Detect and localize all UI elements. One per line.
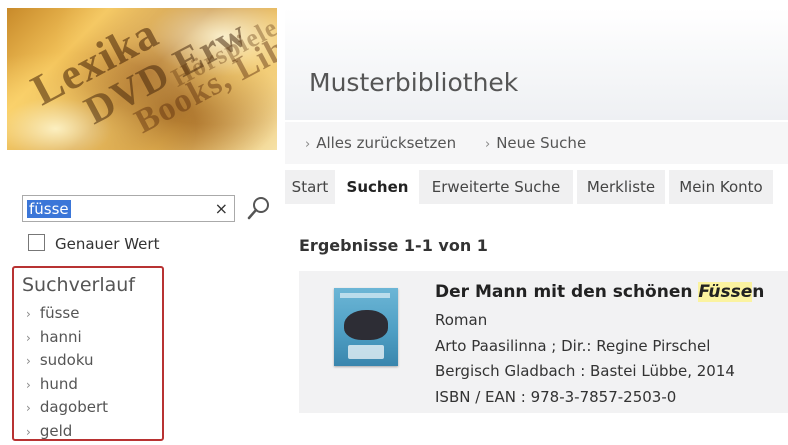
result-title-highlight: Füsse: [698, 282, 753, 302]
chevron-right-icon: ›: [26, 424, 31, 439]
search-input[interactable]: [23, 196, 211, 221]
reset-all-link[interactable]: › Alles zurücksetzen: [305, 134, 456, 152]
sidebar: füsse × Genauer Wert Suchverlauf ›füsse …: [7, 158, 277, 443]
tab-merkliste[interactable]: Merkliste: [577, 170, 665, 204]
banner-image: Lexika DVD Erw Books, Libr Hörspiele: [7, 8, 277, 150]
header: Musterbibliothek: [285, 8, 788, 120]
history-item[interactable]: › geld: [26, 420, 108, 444]
new-search-label: Neue Suche: [496, 134, 587, 152]
result-title-prefix: Der Mann mit den schönen: [435, 282, 699, 302]
breadcrumb: › Alles zurücksetzen › Neue Suche: [285, 122, 788, 164]
result-authors: Arto Paasilinna ; Dir.: Regine Pirschel: [435, 337, 711, 355]
result-publisher: Bergisch Gladbach : Bastei Lübbe, 2014: [435, 362, 735, 380]
exact-value-checkbox[interactable]: [28, 234, 45, 251]
search-history-list: › füsse › hanni › sudoku › hund › dagobert › g…: [26, 302, 108, 444]
result-title-suffix: n: [752, 282, 765, 302]
history-item[interactable]: › sudoku: [26, 349, 108, 373]
search-icon: [247, 197, 269, 220]
tab-start[interactable]: Start: [285, 170, 335, 204]
tab-mein-konto[interactable]: Mein Konto: [669, 170, 773, 204]
result-subtitle: Roman: [435, 311, 488, 329]
result-item: Der Mann mit den schönen Füssen Roman Ar…: [299, 271, 788, 413]
book-cover[interactable]: [334, 288, 398, 366]
chevron-right-icon: ›: [26, 307, 31, 321]
exact-value-label: Genauer Wert: [55, 235, 160, 253]
clear-search-button[interactable]: ×: [215, 199, 228, 218]
reset-all-label: Alles zurücksetzen: [316, 134, 457, 152]
chevron-right-icon: ›: [305, 137, 311, 152]
chevron-right-icon: ›: [485, 137, 491, 152]
history-item[interactable]: › hanni: [26, 326, 108, 350]
search-button[interactable]: [245, 194, 273, 222]
search-history-title: Suchverlauf: [22, 274, 135, 296]
chevron-right-icon: ›: [26, 401, 31, 416]
result-isbn: ISBN / EAN : 978-3-7857-2503-0: [435, 388, 677, 406]
chevron-right-icon: ›: [26, 354, 31, 369]
exact-value-option[interactable]: Genauer Wert: [28, 234, 159, 253]
chevron-right-icon: ›: [26, 377, 31, 392]
history-item[interactable]: › füsse: [26, 302, 108, 326]
new-search-link[interactable]: › Neue Suche: [485, 134, 586, 152]
results-heading: Ergebnisse 1-1 von 1: [299, 236, 488, 255]
tab-erweiterte-suche[interactable]: Erweiterte Suche: [419, 170, 573, 204]
history-item[interactable]: › hund: [26, 373, 108, 397]
search-field: füsse ×: [22, 195, 235, 222]
history-item[interactable]: › dagobert: [26, 396, 108, 420]
result-title-link[interactable]: Der Mann mit den schönen Füssen: [435, 282, 764, 302]
site-title: Musterbibliothek: [309, 68, 519, 97]
search-history-panel: Suchverlauf › füsse › hanni › sudoku › hund …: [12, 266, 164, 441]
chevron-right-icon: ›: [26, 330, 31, 345]
tab-suchen[interactable]: Suchen: [340, 170, 415, 204]
